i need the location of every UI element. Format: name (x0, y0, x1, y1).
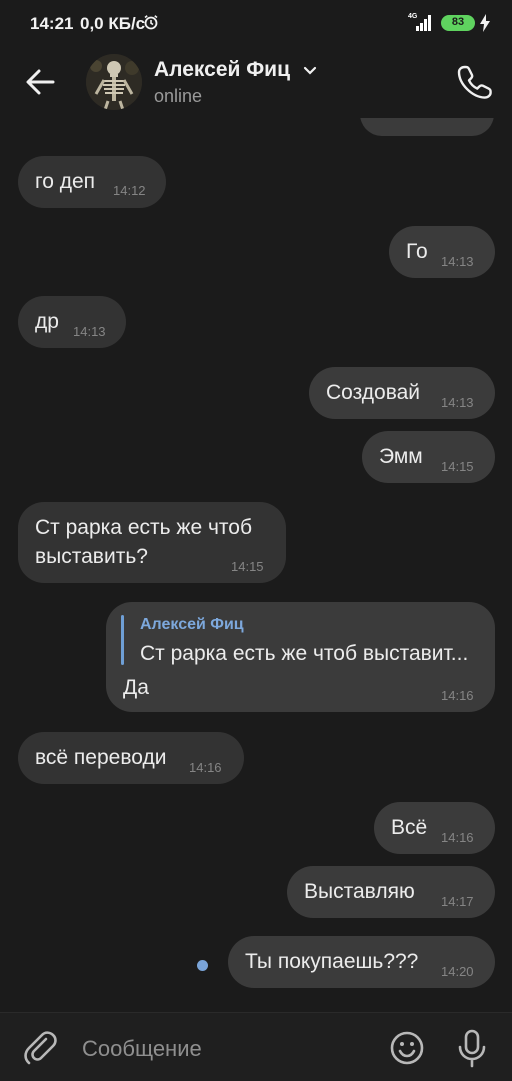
message-bubble-incoming[interactable]: всё переводи 14:16 (18, 732, 244, 784)
message-text: Ты покупаешь??? (245, 950, 419, 973)
contact-status: online (154, 86, 203, 106)
charging-icon (480, 14, 490, 32)
message-time: 14:20 (441, 964, 474, 979)
message-composer (0, 1012, 512, 1081)
battery-icon: 83 (441, 15, 475, 31)
status-bar: 14:21 0,0 КБ/с 4G 83 (0, 0, 512, 48)
message-bubble-outgoing[interactable]: Выставляю 14:17 (287, 866, 495, 918)
message-text: всё переводи (35, 746, 167, 769)
message-bubble-outgoing[interactable]: Эмм 14:15 (362, 431, 495, 483)
chevron-down-icon[interactable] (303, 66, 317, 76)
message-bubble-incoming[interactable]: Ст рарка есть же чтоб выставить? 14:15 (18, 502, 286, 583)
message-time: 14:15 (441, 459, 474, 474)
microphone-icon[interactable] (456, 1028, 488, 1068)
message-text-line-2: выставить? (35, 545, 148, 568)
reply-quoted-text[interactable]: Ст рарка есть же чтоб выставит... (140, 642, 468, 666)
message-bubble-outgoing[interactable]: Всё 14:16 (374, 802, 495, 854)
message-list[interactable]: го деп 14:12 Го 14:13 др 14:13 Создовай … (0, 118, 512, 1012)
message-input[interactable] (82, 1035, 372, 1063)
back-arrow-icon[interactable] (20, 62, 60, 102)
message-bubble-reply[interactable]: Алексей Фиц Ст рарка есть же чтоб выстав… (106, 602, 495, 712)
message-time: 14:17 (441, 894, 474, 909)
message-text: Выставляю (304, 880, 415, 903)
message-bubble-partial[interactable] (360, 118, 494, 136)
message-bubble-outgoing[interactable]: Создовай 14:13 (309, 367, 495, 419)
status-time: 14:21 (30, 14, 74, 33)
message-time: 14:12 (113, 183, 146, 198)
message-bubble-outgoing[interactable]: Ты покупаешь??? 14:20 (228, 936, 495, 988)
message-text: го деп (35, 170, 96, 193)
message-time: 14:13 (441, 395, 474, 410)
message-time: 14:16 (189, 760, 222, 775)
emoji-icon[interactable] (389, 1030, 425, 1066)
message-bubble-outgoing[interactable]: Го 14:13 (389, 226, 495, 278)
message-text: Да (123, 676, 149, 699)
message-text: др (35, 310, 59, 333)
battery-level: 83 (451, 16, 465, 28)
paperclip-icon[interactable] (22, 1029, 58, 1065)
reply-author[interactable]: Алексей Фиц (140, 616, 244, 634)
message-bubble-incoming[interactable]: го деп 14:12 (18, 156, 166, 208)
message-text: Го (406, 240, 428, 263)
message-bubble-incoming[interactable]: др 14:13 (18, 296, 126, 348)
message-time: 14:16 (441, 830, 474, 845)
contact-avatar[interactable] (86, 54, 142, 110)
message-time: 14:15 (231, 559, 264, 574)
message-text: Всё (391, 816, 428, 839)
message-time: 14:13 (73, 324, 106, 339)
message-text-line-1: Ст рарка есть же чтоб (35, 516, 252, 539)
reply-quote-bar (121, 615, 124, 665)
message-time: 14:16 (441, 688, 474, 703)
alarm-icon (144, 15, 158, 30)
unread-indicator (197, 960, 208, 971)
contact-name[interactable]: Алексей Фиц (154, 58, 290, 82)
signal-icon (416, 15, 431, 31)
message-text: Создовай (326, 381, 421, 404)
status-net-speed: 0,0 КБ/с (80, 14, 146, 33)
message-time: 14:13 (441, 254, 474, 269)
skeleton-avatar-icon (86, 54, 142, 110)
phone-icon[interactable] (456, 62, 494, 100)
chat-header: Алексей Фиц online (0, 48, 512, 118)
message-text: Эмм (379, 445, 423, 468)
